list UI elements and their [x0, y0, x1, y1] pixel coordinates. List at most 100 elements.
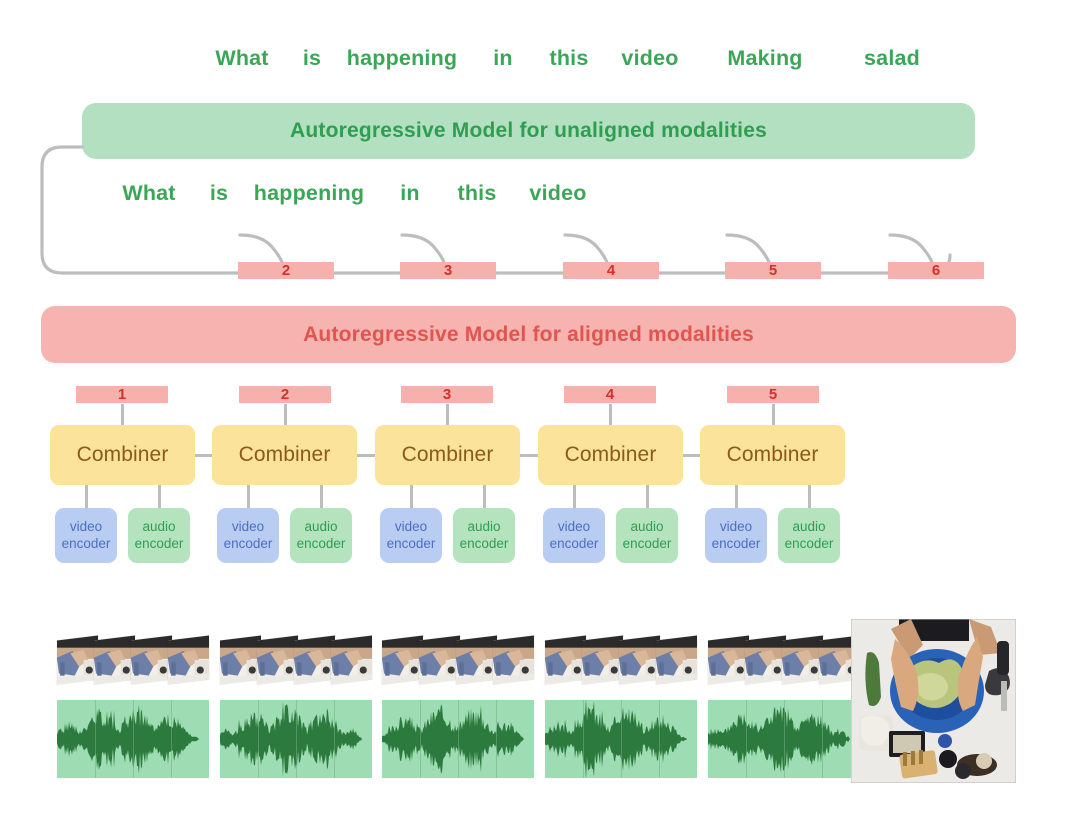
video-encoder-box-1[interactable]: video encoder	[55, 508, 117, 563]
video-encoder-label-line1: video	[231, 518, 265, 534]
combiner-box-5[interactable]: Combiner	[700, 425, 845, 485]
aligned-token-chip-3[interactable]: 3	[401, 386, 493, 403]
waveform-gridline	[583, 700, 584, 778]
audio-encoder-label-line1: audio	[467, 518, 501, 534]
aligned-token-chip-1[interactable]: 1	[76, 386, 168, 403]
video-frame-thumbnail	[131, 635, 172, 685]
diagram-canvas: What is happening in this video Making salad Au…	[0, 0, 1080, 824]
audio-encoder-label-line1: audio	[792, 518, 826, 534]
chip-to-combiner-line-5	[771, 404, 775, 425]
video-frame-thumbnail	[456, 635, 497, 685]
video-encoder-box-2[interactable]: video encoder	[217, 508, 279, 563]
waveform-gridline	[171, 700, 172, 778]
video-frame-thumbnail	[619, 635, 660, 685]
waveform-gridline	[296, 700, 297, 778]
waveform-gridline	[621, 700, 622, 778]
video-frame-thumbnail	[582, 635, 623, 685]
chip-to-combiner-line-2	[283, 404, 287, 425]
video-encoder-label-line2: encoder	[549, 535, 599, 551]
output-token-3: in	[493, 46, 513, 70]
aligned-token-chip-2[interactable]: 2	[239, 386, 331, 403]
combiner-box-1[interactable]: Combiner	[50, 425, 195, 485]
autoregressive-aligned-banner[interactable]: Autoregressive Model for aligned modalit…	[41, 306, 1016, 363]
video-encoder-label-line2: encoder	[711, 535, 761, 551]
audio-encoder-box-4[interactable]: audio encoder	[616, 508, 678, 563]
video-encoder-stem-4	[572, 485, 576, 508]
audio-encoder-stem-3	[482, 485, 486, 508]
aligned-token-chip-4[interactable]: 4	[564, 386, 656, 403]
audio-encoder-label-line2: encoder	[784, 535, 834, 551]
video-frame-thumbnail	[94, 635, 135, 685]
video-encoder-label-line2: encoder	[61, 535, 111, 551]
output-token-6: Making	[727, 46, 803, 70]
video-encoder-label-line1: video	[394, 518, 428, 534]
audio-encoder-label-line1: audio	[630, 518, 664, 534]
shifted-token-chip-4[interactable]: 4	[563, 262, 659, 279]
video-frame-thumbnail	[493, 635, 534, 685]
video-frame-thumbnail	[257, 635, 298, 685]
audio-encoder-box-3[interactable]: audio encoder	[453, 508, 515, 563]
combiner-box-4[interactable]: Combiner	[538, 425, 683, 485]
waveform-gridline	[458, 700, 459, 778]
video-frame-thumbnail	[57, 635, 98, 685]
video-encoder-box-3[interactable]: video encoder	[380, 508, 442, 563]
combiner-link-3	[520, 453, 538, 457]
audio-waveform-panel	[220, 700, 372, 778]
audio-waveform-panel	[57, 700, 209, 778]
audio-encoder-label-line1: audio	[304, 518, 338, 534]
output-token-1: is	[302, 46, 322, 70]
audio-encoder-box-5[interactable]: audio encoder	[778, 508, 840, 563]
audio-encoder-label-line2: encoder	[134, 535, 184, 551]
output-token-7: salad	[864, 46, 920, 70]
aligned-token-chip-5[interactable]: 5	[727, 386, 819, 403]
video-encoder-label-line2: encoder	[223, 535, 273, 551]
shifted-token-chip-3[interactable]: 3	[400, 262, 496, 279]
audio-waveform-panel	[382, 700, 534, 778]
video-frame-thumbnail	[294, 635, 335, 685]
video-encoder-label-line1: video	[719, 518, 753, 534]
video-frame-thumbnail	[168, 635, 209, 685]
video-frame-thumbnail	[708, 635, 749, 685]
combiner-box-3[interactable]: Combiner	[375, 425, 520, 485]
combiner-box-2[interactable]: Combiner	[212, 425, 357, 485]
shifted-token-chip-6[interactable]: 6	[888, 262, 984, 279]
shifted-token-chip-2[interactable]: 2	[238, 262, 334, 279]
video-frame-thumbnail	[545, 635, 586, 685]
video-encoder-stem-3	[409, 485, 413, 508]
video-encoder-box-5[interactable]: video encoder	[705, 508, 767, 563]
combiner-link-2	[357, 453, 375, 457]
video-frame-thumbnail	[220, 635, 261, 685]
audio-encoder-label-line1: audio	[142, 518, 176, 534]
output-token-5: video	[621, 46, 679, 70]
video-frame-thumbnail	[656, 635, 697, 685]
audio-waveform-panel	[708, 700, 860, 778]
waveform-gridline	[258, 700, 259, 778]
audio-encoder-label-line2: encoder	[622, 535, 672, 551]
audio-encoder-stem-5	[807, 485, 811, 508]
video-frame-thumbnail	[419, 635, 460, 685]
combiner-link-4	[683, 453, 700, 457]
shifted-token-chip-5[interactable]: 5	[725, 262, 821, 279]
waveform-gridline	[95, 700, 96, 778]
video-encoder-stem-5	[734, 485, 738, 508]
video-frame-thumbnail	[382, 635, 423, 685]
waveform-gridline	[133, 700, 134, 778]
salad-preparation-photo	[851, 619, 1016, 783]
waveform-gridline	[784, 700, 785, 778]
video-frame-thumbnail	[782, 635, 823, 685]
chip-to-combiner-line-3	[445, 404, 449, 425]
audio-encoder-box-2[interactable]: audio encoder	[290, 508, 352, 563]
video-encoder-box-4[interactable]: video encoder	[543, 508, 605, 563]
audio-encoder-label-line2: encoder	[459, 535, 509, 551]
output-token-2: happening	[346, 46, 458, 70]
output-token-4: this	[549, 46, 589, 70]
waveform-gridline	[334, 700, 335, 778]
video-encoder-label-line1: video	[69, 518, 103, 534]
audio-encoder-box-1[interactable]: audio encoder	[128, 508, 190, 563]
waveform-gridline	[746, 700, 747, 778]
waveform-gridline	[822, 700, 823, 778]
video-frame-thumbnail	[745, 635, 786, 685]
waveform-gridline	[420, 700, 421, 778]
video-encoder-label-line1: video	[557, 518, 591, 534]
audio-encoder-stem-1	[157, 485, 161, 508]
